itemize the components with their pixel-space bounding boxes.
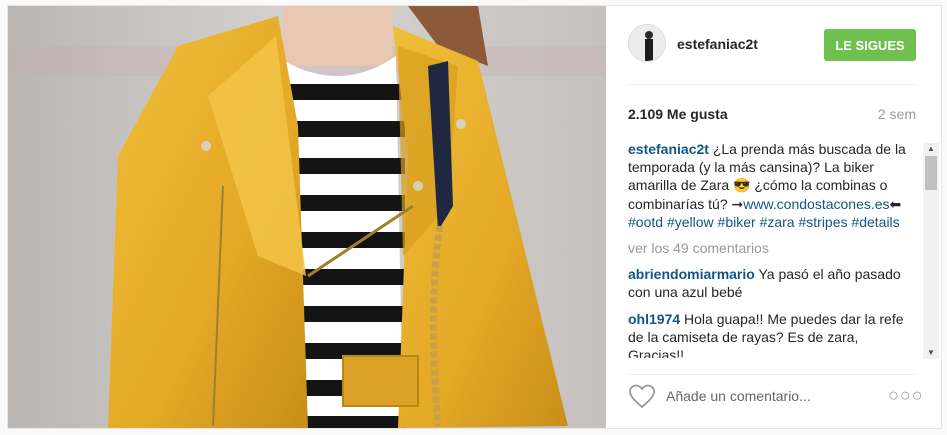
post-photo[interactable] (8, 6, 606, 428)
hashtag[interactable]: #stripes (798, 214, 847, 230)
post-sidebar: estefaniac2t LE SIGUES 2.109 Me gusta 2 … (606, 6, 941, 428)
add-comment-input[interactable] (666, 383, 866, 409)
user-avatar-icon (629, 25, 665, 61)
header-divider (628, 84, 916, 85)
hashtag[interactable]: #ootd (628, 214, 663, 230)
footer-divider (628, 374, 916, 375)
scroll-down-arrow-icon[interactable]: ▼ (923, 347, 939, 359)
comment-username[interactable]: abriendomiarmario (628, 266, 755, 282)
hashtag[interactable]: #zara (760, 214, 795, 230)
caption-link[interactable]: www.condostacones.es (743, 196, 889, 212)
post-header: estefaniac2t LE SIGUES (606, 6, 941, 84)
comments-list: estefaniac2t ¿La prenda más buscada de l… (628, 140, 918, 358)
comment-item: ohl1974 Hola guapa!! Me puedes dar la re… (628, 310, 918, 358)
sunglasses-emoji-icon: 😎 (733, 177, 751, 194)
post-time[interactable]: 2 sem (878, 106, 916, 122)
post-card: estefaniac2t LE SIGUES 2.109 Me gusta 2 … (7, 5, 942, 429)
comment-item: abriendomiarmario Ya pasó el año pasado … (628, 265, 918, 301)
yellow-jacket-photo (8, 6, 606, 428)
hashtag[interactable]: #yellow (667, 214, 714, 230)
post-author-username[interactable]: estefaniac2t (677, 36, 758, 52)
hashtag[interactable]: #details (851, 214, 899, 230)
heart-outline-icon[interactable] (628, 383, 656, 409)
arrow-left-icon: ⬅ (889, 195, 902, 212)
comments-scrollbar[interactable]: ▲ ▼ (923, 143, 939, 359)
likes-count[interactable]: 2.109 Me gusta (628, 106, 728, 122)
add-comment-row: ○○○ (606, 376, 941, 416)
view-all-comments-link[interactable]: ver los 49 comentarios (628, 239, 918, 257)
avatar[interactable] (628, 24, 666, 62)
comment-username[interactable]: ohl1974 (628, 311, 680, 327)
scroll-up-arrow-icon[interactable]: ▲ (923, 143, 939, 155)
caption-username[interactable]: estefaniac2t (628, 141, 709, 157)
arrow-right-icon: ➞ (731, 195, 744, 212)
more-options-icon[interactable]: ○○○ (888, 385, 924, 406)
follow-button[interactable]: LE SIGUES (824, 29, 916, 61)
scrollbar-thumb[interactable] (925, 156, 937, 190)
caption: estefaniac2t ¿La prenda más buscada de l… (628, 140, 918, 231)
hashtag[interactable]: #biker (718, 214, 756, 230)
